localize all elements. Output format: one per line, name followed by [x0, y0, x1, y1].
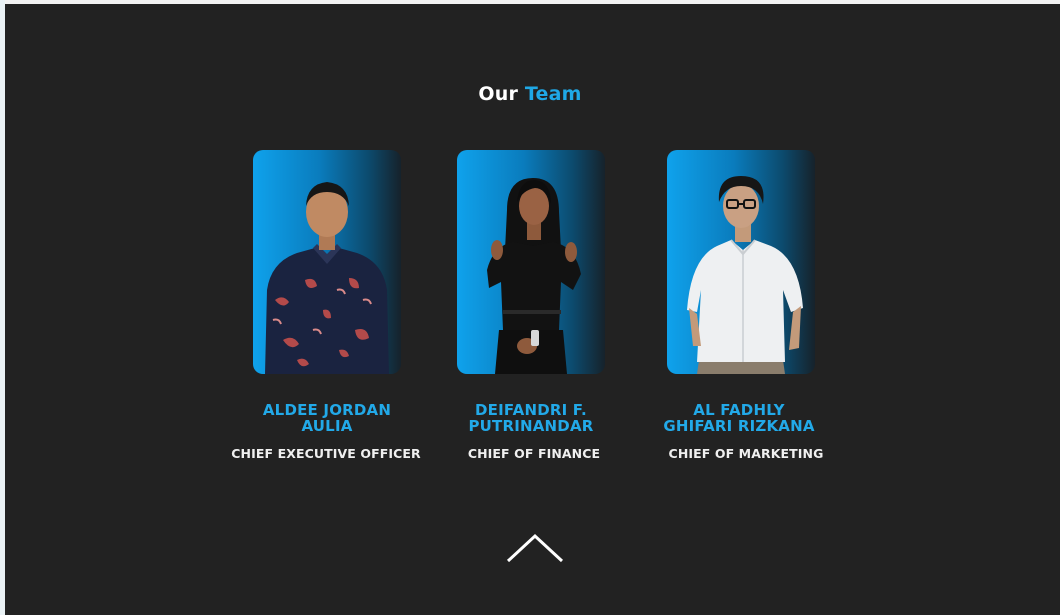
member-name-line: AL FADHLY [693, 401, 785, 419]
member-name: AL FADHLY GHIFARI RIZKANA [629, 402, 849, 434]
title-word-our: Our [478, 83, 519, 105]
member-photo-card [667, 150, 815, 374]
member-name-line: GHIFARI RIZKANA [663, 417, 815, 435]
member-photo-card [253, 150, 401, 374]
scroll-to-top-button[interactable] [505, 532, 565, 564]
member-name-line: DEIFANDRI F. [475, 401, 587, 419]
member-photo [265, 182, 389, 374]
chevron-up-icon [506, 533, 564, 563]
member-photo [487, 178, 581, 374]
section-title: Our Team [0, 83, 1060, 105]
member-name: ALDEE JORDAN AULIA [217, 402, 437, 434]
member-photo-card [457, 150, 605, 374]
title-word-team: Team [524, 83, 582, 105]
member-role: CHIEF EXECUTIVE OFFICER [231, 446, 421, 461]
member-name-line: AULIA [301, 417, 353, 435]
member-photo [687, 176, 803, 374]
member-role: CHIEF OF MARKETING [668, 446, 824, 461]
member-name-line: PUTRINANDAR [468, 417, 594, 435]
member-name: DEIFANDRI F. PUTRINANDAR [421, 402, 641, 434]
member-role: CHIEF OF FINANCE [467, 446, 601, 461]
member-name-line: ALDEE JORDAN [262, 401, 392, 419]
